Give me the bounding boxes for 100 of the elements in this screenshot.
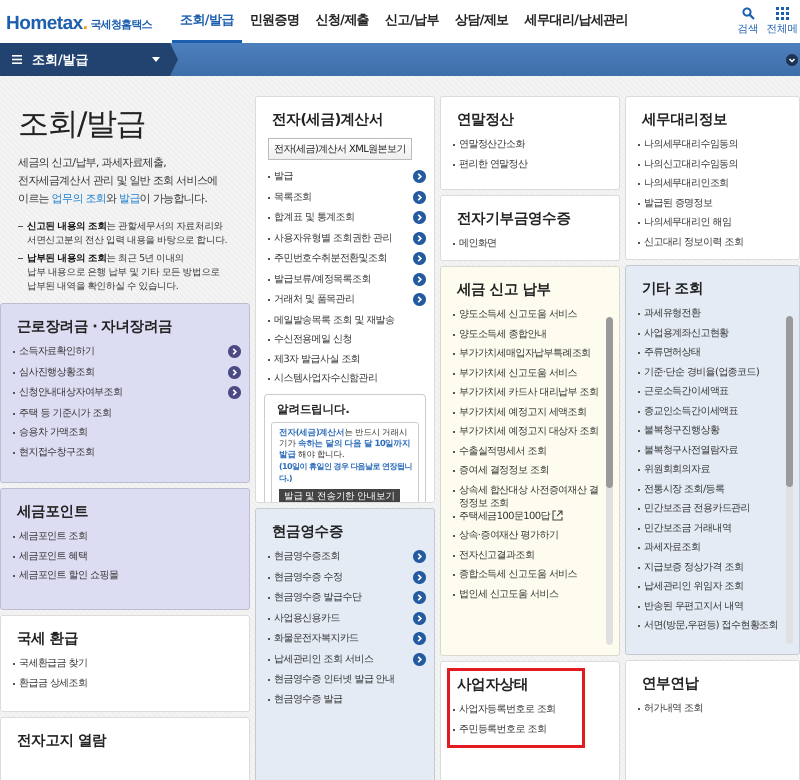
menu-link[interactable]: 민간보조금 거래내역 — [644, 522, 781, 534]
menu-link[interactable]: 심사진행상황조회 — [19, 366, 224, 378]
menu-link[interactable]: 세금포인트 조회 — [19, 530, 241, 543]
chevron-down-icon[interactable] — [786, 54, 798, 66]
nav-tab[interactable]: 세무대리/납세관리 — [516, 0, 636, 43]
arrow-circle-icon[interactable] — [228, 386, 241, 399]
menu-link[interactable]: 사업용계좌신고현황 — [644, 326, 781, 340]
menu-link[interactable]: 사업용신용카드 — [274, 612, 409, 624]
arrow-circle-icon[interactable] — [413, 550, 426, 563]
arrow-circle-icon[interactable] — [413, 252, 426, 265]
menu-link[interactable]: 양도소득세 종합안내 — [459, 328, 601, 340]
menu-link[interactable]: 거래처 및 품목관리 — [274, 293, 409, 306]
menu-link[interactable]: 사용자유형별 조회권한 관리 — [274, 232, 409, 244]
menu-link[interactable]: 나의세무대리인조회 — [644, 177, 791, 190]
menu-link[interactable]: 나의세무대리수임동의 — [644, 138, 791, 151]
menu-link[interactable]: 발급보류/예정목록조회 — [274, 272, 409, 286]
menu-link[interactable]: 현금영수증조회 — [274, 550, 409, 563]
menu-link[interactable]: 근로소득간이세액표 — [644, 385, 781, 398]
menu-link[interactable]: 세금포인트 혜택 — [19, 550, 241, 562]
menu-link[interactable]: 신청안내대상자여부조회 — [19, 386, 224, 399]
arrow-circle-icon[interactable] — [228, 366, 241, 378]
menu-link[interactable]: 제3자 발급사실 조회 — [274, 352, 426, 366]
menu-link[interactable]: 전통시장 조회/등록 — [644, 482, 781, 496]
menu-link[interactable]: 주택 등 기준시가 조회 — [19, 406, 241, 420]
menu-link[interactable]: 불복청구진행상황 — [644, 424, 781, 437]
menu-link[interactable]: 현지접수창구조회 — [19, 446, 241, 458]
menu-link[interactable]: 전자신고결과조회 — [459, 548, 601, 562]
menu-link[interactable]: 메일발송목록 조회 및 재발송 — [274, 314, 426, 326]
intro-link[interactable]: 발급 — [119, 192, 140, 205]
xml-view-button[interactable]: 전자(세금)계산서 XML원본보기 — [268, 138, 412, 160]
menu-link[interactable]: 현금영수증 발급수단 — [274, 591, 409, 604]
menu-link[interactable]: 민간보조금 전용카드관리 — [644, 502, 781, 515]
menu-link[interactable]: 허가내역 조회 — [644, 702, 791, 715]
menu-link[interactable]: 시스템사업자수신함관리 — [274, 372, 426, 385]
menu-link[interactable]: 세금포인트 할인 쇼핑몰 — [19, 569, 241, 582]
menu-link[interactable]: 나의신고대리수임동의 — [644, 158, 791, 170]
nav-tab[interactable]: 민원증명 — [242, 0, 308, 43]
menu-link[interactable]: 환급금 상세조회 — [19, 676, 241, 690]
menu-link[interactable]: 목록조회 — [274, 190, 409, 204]
menu-link[interactable]: 연말정산간소화 — [459, 138, 611, 151]
section-dropdown[interactable]: 조회/발급 — [0, 43, 178, 76]
menu-link[interactable]: 지급보증 정상가격 조회 — [644, 560, 781, 574]
menu-link[interactable]: 증여세 결정정보 조회 — [459, 464, 601, 477]
arrow-circle-icon[interactable] — [413, 170, 426, 183]
menu-link[interactable]: 국세환급금 찾기 — [19, 657, 241, 670]
menu-link[interactable]: 수신전용메일 신청 — [274, 333, 426, 346]
menu-link[interactable]: 현금영수증 인터넷 발급 안내 — [274, 673, 426, 686]
deadline-guide-button[interactable]: 발급 및 전송기한 안내보기 — [279, 488, 400, 502]
menu-link[interactable]: 상속세 합산대상 사전증여재산 결정정보 조회 — [459, 484, 601, 510]
menu-link[interactable]: 납세관리인 위임자 조회 — [644, 580, 781, 593]
menu-link[interactable]: 승용차 가액조회 — [19, 426, 241, 439]
menu-link[interactable]: 현금영수증 발급 — [274, 692, 426, 706]
menu-link[interactable]: 수출실적명세서 조회 — [459, 444, 601, 458]
arrow-circle-icon[interactable] — [413, 652, 426, 666]
menu-link[interactable]: 메인화면 — [459, 237, 611, 250]
menu-link[interactable]: 법인세 신고도움 서비스 — [459, 588, 601, 600]
menu-link[interactable]: 신고대리 정보이력 조회 — [644, 236, 791, 248]
arrow-circle-icon[interactable] — [413, 232, 426, 244]
arrow-circle-icon[interactable] — [413, 612, 426, 624]
menu-link[interactable]: 위원회회의자료 — [644, 463, 781, 476]
menu-link[interactable]: 합계표 및 통계조회 — [274, 211, 409, 224]
arrow-circle-icon[interactable] — [413, 570, 426, 584]
menu-link[interactable]: 편리한 연말정산 — [459, 158, 611, 170]
hometax-logo[interactable]: Hometax. — [6, 13, 88, 35]
arrow-circle-icon[interactable] — [413, 591, 426, 604]
menu-button[interactable]: 전체메 — [766, 0, 798, 43]
arrow-circle-icon[interactable] — [413, 272, 426, 286]
menu-link[interactable]: 현금영수증 수정 — [274, 570, 409, 584]
menu-link[interactable]: 부가가치세매입자납부특례조회 — [459, 347, 601, 360]
nav-tab[interactable]: 상담/제보 — [446, 0, 517, 43]
scrollbar[interactable] — [606, 317, 613, 645]
menu-link[interactable]: 부가가치세 신고도움 서비스 — [459, 366, 601, 380]
arrow-circle-icon[interactable] — [413, 190, 426, 204]
menu-link[interactable]: 납세관리인 조회 서비스 — [274, 652, 409, 666]
search-button[interactable]: 검색 — [738, 0, 758, 43]
menu-link[interactable]: 주민번호수취분전환및조회 — [274, 252, 409, 265]
intro-link[interactable]: 업무의 조회 — [52, 192, 106, 205]
menu-link[interactable]: 주민등록번호로 조회 — [459, 722, 611, 736]
menu-link[interactable]: 반송된 우편고지서 내역 — [644, 600, 781, 612]
menu-link[interactable]: 종합소득세 신고도움 서비스 — [459, 568, 601, 581]
menu-link[interactable]: 발급 — [274, 170, 409, 183]
menu-link[interactable]: 화물운전자복지카드 — [274, 632, 409, 645]
menu-link[interactable]: 주택세금100문100답 — [459, 510, 601, 522]
menu-link[interactable]: 양도소득세 신고도움 서비스 — [459, 308, 601, 321]
menu-link[interactable]: 부가가치세 예정고지 세액조회 — [459, 406, 601, 418]
menu-link[interactable]: 과세자료조회 — [644, 541, 781, 554]
menu-link[interactable]: 서면(방문,우편등) 접수현황조회 — [644, 619, 781, 632]
menu-link[interactable]: 발급된 증명정보 — [644, 196, 791, 210]
nav-tab[interactable]: 신고/납부 — [377, 0, 447, 43]
menu-link[interactable]: 나의세무대리인 해임 — [644, 216, 791, 229]
menu-link[interactable]: 불복청구사전열람자료 — [644, 444, 781, 456]
arrow-circle-icon[interactable] — [413, 211, 426, 224]
menu-link[interactable]: 부가가치세 예정고지 대상자 조회 — [459, 425, 601, 438]
scrollbar[interactable] — [786, 316, 793, 644]
menu-link[interactable]: 소득자료확인하기 — [19, 345, 224, 358]
menu-link[interactable]: 부가가치세 카드사 대리납부 조회 — [459, 386, 601, 399]
menu-link[interactable]: 주류면허상태 — [644, 346, 781, 359]
arrow-circle-icon[interactable] — [413, 632, 426, 645]
menu-link[interactable]: 과세유형전환 — [644, 307, 781, 320]
menu-link[interactable]: 사업자등록번호로 조회 — [459, 703, 611, 716]
